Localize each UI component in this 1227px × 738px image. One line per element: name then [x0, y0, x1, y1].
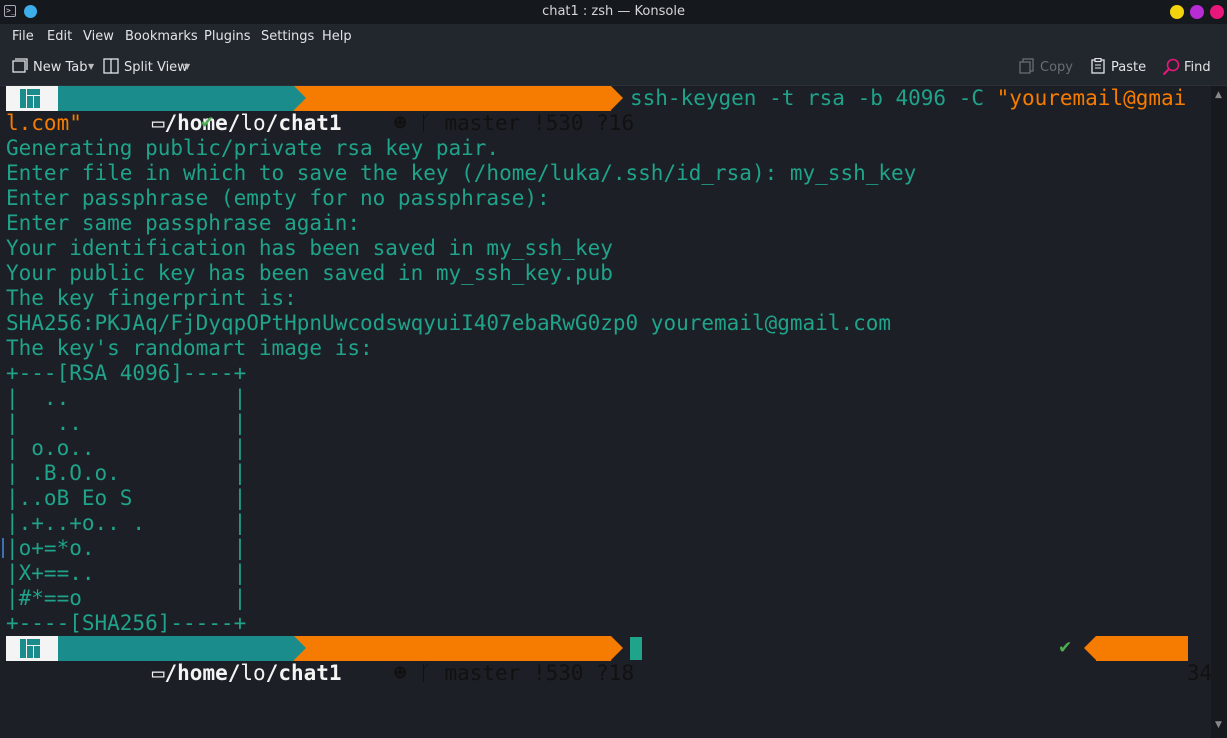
- chevron-down-icon[interactable]: ▼: [184, 62, 190, 71]
- os-logo-segment: [6, 636, 58, 661]
- folder-icon: ▭: [151, 111, 165, 135]
- output-line: The key's randomart image is:: [6, 336, 373, 360]
- output-line: Your identification has been saved in my…: [6, 236, 613, 260]
- branch-icon: ᚴ: [419, 111, 432, 135]
- scroll-marker: [2, 538, 4, 558]
- randomart-line: | .. |: [6, 386, 247, 410]
- terminal-view[interactable]: ▭/home/lo/chat1 ☻ ᚴ master !530 ?16 ssh-…: [0, 86, 1225, 738]
- find-label: Find: [1184, 60, 1211, 75]
- randomart-line: | o.o.. |: [6, 436, 247, 460]
- path-user: lo: [240, 661, 266, 685]
- output-line: Generating public/private rsa key pair.: [6, 136, 500, 160]
- menu-bar: File Edit View Bookmarks Plugins Setting…: [0, 24, 1227, 48]
- git-status: master !530 ?16: [444, 111, 635, 135]
- output-line: Enter file in which to save the key (/ho…: [6, 161, 917, 185]
- output-line: Your public key has been saved in my_ssh…: [6, 261, 613, 285]
- menu-plugins[interactable]: Plugins: [204, 29, 251, 44]
- split-view-icon: [103, 58, 119, 74]
- path-user: lo: [240, 111, 266, 135]
- maximize-button[interactable]: [1190, 5, 1204, 19]
- scroll-down-icon[interactable]: ▼: [1215, 720, 1222, 730]
- paste-label: Paste: [1111, 60, 1147, 75]
- randomart-line: |..oB Eo S |: [6, 486, 247, 510]
- randomart-line: |#*==o |: [6, 586, 247, 610]
- manjaro-icon: [20, 89, 40, 108]
- randomart-line: |X+==.. |: [6, 561, 247, 585]
- find-button[interactable]: Find: [1162, 58, 1212, 78]
- new-tab-button[interactable]: New Tab: [12, 58, 92, 78]
- git-status: master !530 ?18: [444, 661, 635, 685]
- branch-icon: ᚴ: [419, 661, 432, 685]
- success-check-icon: ✔: [200, 113, 215, 133]
- text-cursor[interactable]: [630, 637, 642, 660]
- window-title: chat1 : zsh — Konsole: [542, 4, 685, 19]
- chevron-down-icon[interactable]: ▼: [88, 62, 94, 71]
- search-icon: [1162, 58, 1180, 76]
- scroll-up-icon[interactable]: ▲: [1215, 90, 1222, 100]
- menu-file[interactable]: File: [12, 29, 34, 44]
- menu-view[interactable]: View: [83, 29, 114, 44]
- manjaro-icon: [20, 639, 40, 658]
- git-segment: ☻ ᚴ master !530 ?16: [294, 86, 634, 135]
- command-arg: "youremail@gmai: [996, 86, 1187, 110]
- git-segment: ☻ ᚴ master !530 ?18: [294, 636, 634, 685]
- path-home: /home/: [164, 661, 241, 685]
- paste-button[interactable]: Paste: [1090, 58, 1147, 78]
- path-segment: ▭/home/lo/chat1: [58, 86, 342, 135]
- randomart-line: |o+=*o. |: [6, 536, 247, 560]
- output-line: SHA256:PKJAq/FjDyqpOPtHpnUwcodswqyuiI407…: [6, 311, 892, 335]
- randomart-line: |.+..+o.. . |: [6, 511, 247, 535]
- duration-segment: 34s ⌛: [1096, 636, 1225, 685]
- menu-settings[interactable]: Settings: [261, 29, 314, 44]
- split-view-label: Split View: [124, 60, 188, 75]
- randomart-line: +----[SHA256]-----+: [6, 611, 247, 635]
- path-segment: ▭/home/lo/chat1: [58, 636, 342, 685]
- title-bar: >_ chat1 : zsh — Konsole: [0, 0, 1227, 24]
- output-line: The key fingerprint is:: [6, 286, 297, 310]
- folder-icon: ▭: [151, 661, 165, 685]
- success-check-icon: ✔: [1058, 638, 1073, 658]
- command-continuation: l.com": [6, 111, 82, 135]
- paste-icon: [1091, 58, 1105, 74]
- tool-bar: New Tab ▼ Split View ▼ Copy Paste Find: [0, 48, 1227, 86]
- command-text: ssh-keygen -t rsa -b 4096 -C "youremail@…: [630, 86, 1187, 110]
- output-line: Enter same passphrase again:: [6, 211, 361, 235]
- menu-edit[interactable]: Edit: [47, 29, 72, 44]
- menu-bookmarks[interactable]: Bookmarks: [125, 29, 198, 44]
- copy-icon: [1019, 58, 1034, 74]
- new-tab-label: New Tab: [33, 60, 88, 75]
- randomart-line: | .. |: [6, 411, 247, 435]
- minimize-button[interactable]: [1170, 5, 1184, 19]
- split-view-button[interactable]: Split View: [103, 58, 188, 78]
- github-icon: ☻: [393, 111, 407, 135]
- copy-label: Copy: [1040, 60, 1073, 75]
- os-logo-segment: [6, 86, 58, 111]
- new-tab-icon: [12, 58, 28, 73]
- close-button[interactable]: [1210, 5, 1224, 19]
- scrollbar[interactable]: ▲ ▼: [1211, 86, 1227, 738]
- copy-button[interactable]: Copy: [1019, 58, 1074, 78]
- menu-help[interactable]: Help: [322, 29, 352, 44]
- randomart-line: | .B.O.o. |: [6, 461, 247, 485]
- github-icon: ☻: [393, 661, 407, 685]
- output-line: Enter passphrase (empty for no passphras…: [6, 186, 550, 210]
- randomart-line: +---[RSA 4096]----+: [6, 361, 247, 385]
